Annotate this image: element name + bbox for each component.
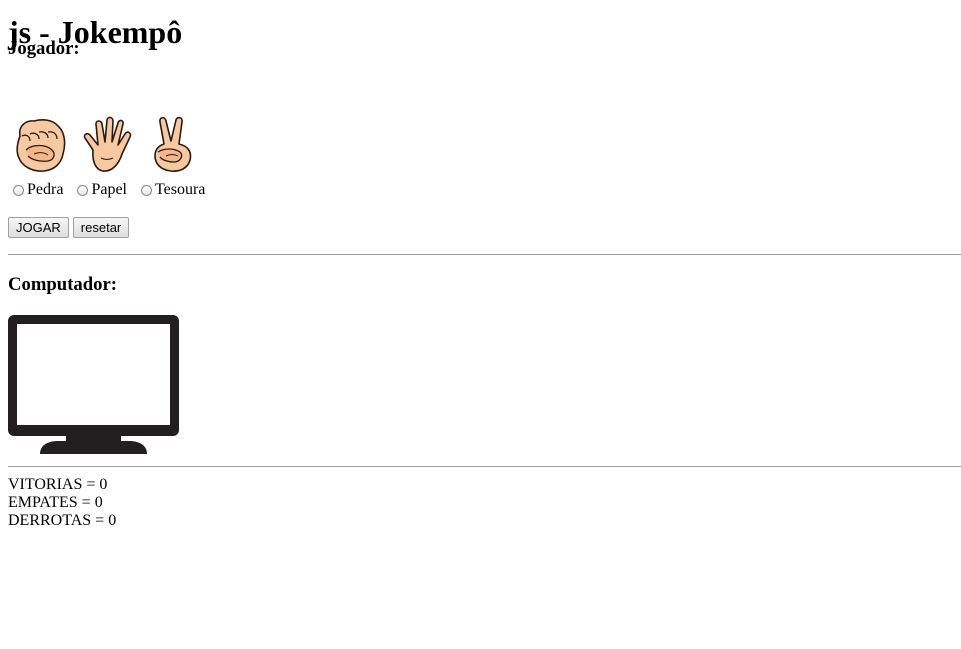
player-heading: Jogador: [8, 38, 80, 59]
play-button[interactable]: JOGAR [8, 217, 69, 238]
option-pedra[interactable]: Pedra [8, 181, 63, 199]
page-title: js - Jokempô [8, 14, 183, 50]
rock-hand-icon[interactable] [12, 114, 68, 176]
paper-hand-icon[interactable] [79, 114, 135, 176]
wins-value: 0 [99, 476, 108, 493]
divider [8, 466, 961, 467]
papel-radio[interactable] [77, 184, 89, 196]
divider [8, 254, 961, 255]
tesoura-label: Tesoura [154, 181, 206, 198]
pedra-label: Pedra [27, 181, 64, 198]
losses-label: DERROTAS [8, 512, 92, 529]
losses-row: DERROTAS = 0 [8, 512, 117, 529]
draws-value: 0 [94, 494, 103, 511]
page: js - Jokempô Jogador: Pedra Papel Tesour… [0, 0, 961, 529]
monitor-icon [8, 315, 179, 454]
draws-label: EMPATES [8, 494, 78, 511]
reset-button[interactable]: resetar [72, 217, 130, 238]
pedra-radio[interactable] [13, 184, 24, 196]
tesoura-radio[interactable] [140, 184, 152, 196]
option-papel[interactable]: Papel [72, 181, 127, 199]
computer-heading: Computador: [8, 274, 118, 295]
papel-label: Papel [91, 181, 127, 198]
wins-label: VITORIAS [8, 476, 83, 493]
player-hands [12, 114, 213, 176]
draws-row: EMPATES = 0 [8, 494, 103, 511]
wins-row: VITORIAS = 0 [8, 476, 108, 493]
losses-value: 0 [108, 512, 117, 529]
action-buttons: JOGAR resetar [8, 217, 133, 238]
scissors-hand-icon[interactable] [146, 114, 202, 176]
scoreboard: VITORIAS = 0 EMPATES = 0 DERROTAS = 0 [8, 476, 116, 530]
player-options: Pedra Papel Tesoura [8, 181, 214, 199]
option-tesoura[interactable]: Tesoura [136, 181, 205, 199]
